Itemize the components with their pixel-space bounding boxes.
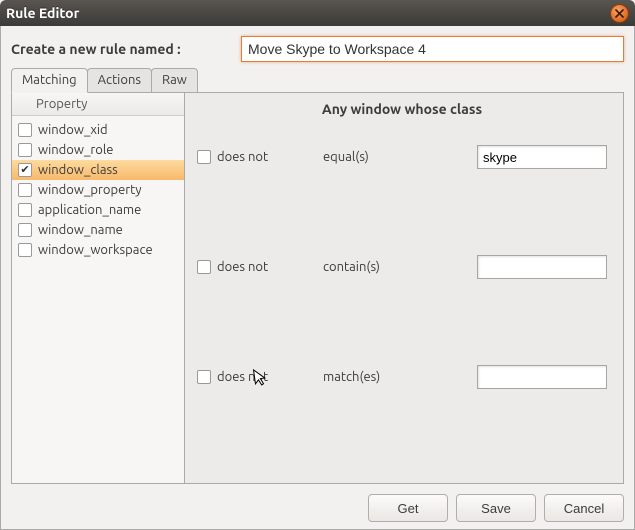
value-input-contains[interactable] (477, 255, 607, 279)
get-button[interactable]: Get (368, 494, 448, 522)
rule-row-matches: does not match(es) (197, 365, 607, 389)
close-icon[interactable] (610, 4, 629, 23)
tab-raw[interactable]: Raw (151, 68, 198, 93)
operator-label: match(es) (323, 370, 477, 384)
negate-checkbox-icon[interactable] (197, 150, 211, 164)
rule-main: Any window whose class does not equal(s)… (185, 93, 623, 483)
button-bar: Get Save Cancel (11, 484, 624, 522)
create-row: Create a new rule named : (11, 36, 624, 62)
tab-matching[interactable]: Matching (11, 68, 88, 93)
checkbox-icon[interactable] (18, 223, 32, 237)
property-label: window_class (38, 163, 118, 177)
operator-label: contain(s) (323, 260, 477, 274)
checkbox-icon[interactable] (18, 123, 32, 137)
property-row-window-workspace[interactable]: window_workspace (12, 240, 184, 260)
negate-label: does not (217, 260, 268, 274)
property-list: window_xid window_role ✔ window_class wi… (12, 116, 184, 264)
value-input-matches[interactable] (477, 365, 607, 389)
negate-checkbox-icon[interactable] (197, 260, 211, 274)
property-label: window_workspace (38, 243, 153, 257)
tab-actions[interactable]: Actions (87, 68, 152, 93)
property-label: window_name (38, 223, 123, 237)
negate-label: does not (217, 150, 268, 164)
window-title: Rule Editor (6, 5, 610, 21)
tab-bar: Matching Actions Raw (11, 68, 624, 93)
save-button[interactable]: Save (456, 494, 536, 522)
cancel-button[interactable]: Cancel (544, 494, 624, 522)
value-input-equals[interactable] (477, 145, 607, 169)
operator-label: equal(s) (323, 150, 477, 164)
property-row-window-class[interactable]: ✔ window_class (12, 160, 184, 180)
rule-name-input[interactable] (241, 36, 624, 62)
rule-heading: Any window whose class (197, 101, 607, 117)
rule-row-equals: does not equal(s) (197, 145, 607, 169)
checkbox-icon[interactable] (18, 203, 32, 217)
create-label: Create a new rule named : (11, 41, 241, 57)
property-sidebar: Property window_xid window_role ✔ window… (12, 93, 185, 483)
property-row-window-property[interactable]: window_property (12, 180, 184, 200)
checkbox-icon[interactable] (18, 143, 32, 157)
window-body: Create a new rule named : Matching Actio… (0, 26, 635, 530)
checkbox-icon[interactable]: ✔ (18, 163, 32, 177)
property-label: application_name (38, 203, 141, 217)
checkbox-icon[interactable] (18, 183, 32, 197)
property-row-window-xid[interactable]: window_xid (12, 120, 184, 140)
tab-content: Property window_xid window_role ✔ window… (11, 92, 624, 484)
negate-checkbox-icon[interactable] (197, 370, 211, 384)
negate-label: does not (217, 370, 268, 384)
property-label: window_role (38, 143, 113, 157)
property-column-header[interactable]: Property (12, 93, 184, 116)
property-label: window_xid (38, 123, 108, 137)
rule-row-contains: does not contain(s) (197, 255, 607, 279)
checkbox-icon[interactable] (18, 243, 32, 257)
property-row-window-role[interactable]: window_role (12, 140, 184, 160)
titlebar: Rule Editor (0, 0, 635, 26)
property-row-application-name[interactable]: application_name (12, 200, 184, 220)
property-label: window_property (38, 183, 142, 197)
property-row-window-name[interactable]: window_name (12, 220, 184, 240)
